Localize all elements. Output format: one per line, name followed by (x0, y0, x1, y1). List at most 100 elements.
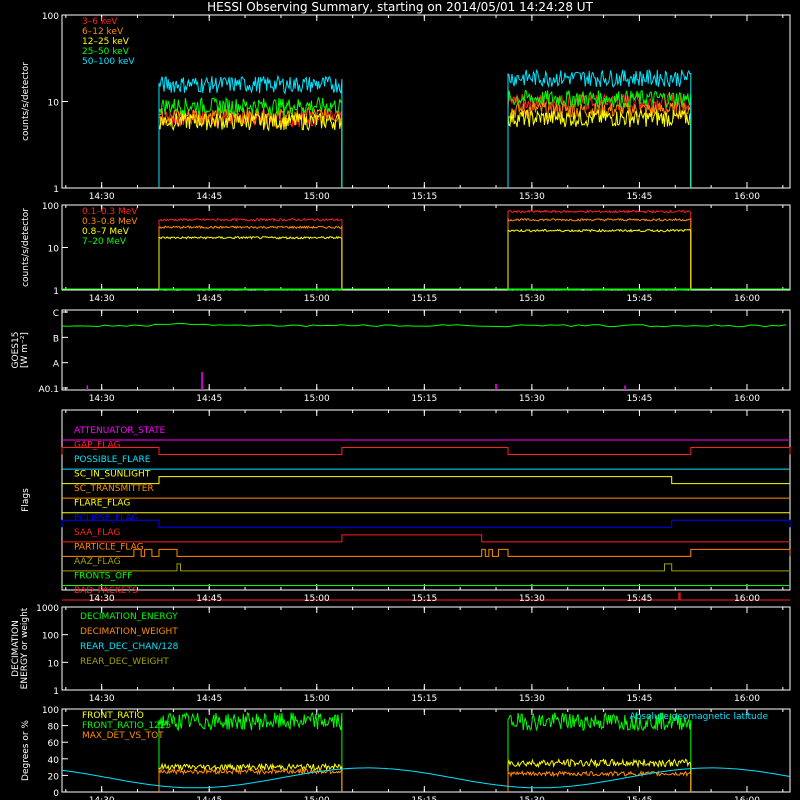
series-line-50-100-kev (507, 68, 692, 188)
legend-entry: FRONT_RATIO_1225 (82, 721, 171, 731)
series-line-12-25-kev (158, 112, 343, 188)
x-tick-label: 14:45 (196, 294, 222, 304)
x-tick-label: 16:00 (734, 694, 760, 704)
x-tick-label: 15:15 (411, 594, 437, 604)
x-tick-label: 15:45 (626, 394, 652, 404)
flag-label: POSSIBLE_FLARE (74, 455, 151, 465)
y-axis-label-2: ENERGY or weight (20, 607, 30, 689)
y-tick-label: 10 (48, 659, 60, 669)
series-line-0-8-7-mev (507, 228, 692, 290)
hessi-summary-figure: 14:30 14:45 15:00 15:15 15:30 15:45 16:0010010… (11, 12, 791, 800)
legend-entry: 6–12 keV (82, 27, 124, 37)
flag-label: ECLIPSE_FLAG (74, 513, 138, 523)
flag-label: SAA_FLAG (74, 528, 120, 538)
flag-label: BAD_PACKETS (74, 586, 138, 596)
panel-hi-energy (61, 204, 791, 291)
y-tick-label: 1 (53, 287, 59, 297)
x-tick-label: 15:00 (304, 294, 330, 304)
flag-label: FRONTS_OFF (74, 571, 132, 581)
x-tick-label: 16:00 (734, 796, 760, 800)
x-tick-label: 15:30 (519, 394, 545, 404)
legend-entry: REAR_DEC_CHAN/128 (80, 642, 179, 652)
series-line-front-ratio-1225 (507, 712, 692, 792)
series-line-0-3-0-8-mev (158, 224, 343, 290)
legend-entry: FRONT_RATIO (82, 711, 144, 721)
y-tick-label: 40 (48, 756, 60, 766)
x-tick-label: 14:45 (196, 694, 222, 704)
flag-line-saa_flag (62, 534, 790, 543)
x-tick-label: 15:30 (519, 294, 545, 304)
x-tick-label: 15:30 (519, 796, 545, 800)
y-tick-label: 20 (48, 772, 60, 782)
panel-frame (61, 204, 791, 291)
x-tick-label: 14:30 (89, 694, 115, 704)
series-line-geomagnetic-latitude (61, 767, 790, 789)
x-tick-label: 15:15 (411, 694, 437, 704)
x-tick-label: 15:00 (304, 796, 330, 800)
flag-label: GAP_FLAG (74, 441, 120, 451)
panel-flags (61, 409, 791, 601)
x-tick-label: 16:00 (734, 294, 760, 304)
x-tick-label: 14:45 (196, 796, 222, 800)
legend-entry: DECIMATION_ENERGY (80, 612, 178, 622)
y-tick-label: 1000 (36, 604, 59, 614)
y-axis-label-2: [W m⁻²] (20, 332, 30, 368)
series-line-0-1-0-3-mev (158, 217, 343, 290)
x-tick-label: 14:45 (196, 394, 222, 404)
panel-frame (61, 409, 791, 591)
right-label: Absolute geomagnetic latitude (629, 712, 768, 722)
x-tick-label: 14:30 (89, 294, 115, 304)
legend-entry: 12–25 keV (82, 37, 130, 47)
flag-line-aaz_flag (62, 563, 790, 572)
y-tick-label: 10 (48, 245, 60, 255)
y-axis-label: Flags (21, 488, 31, 512)
y-tick-label: 1 (53, 185, 59, 195)
legend-entry: DECIMATION_WEIGHT (80, 627, 178, 637)
y-tick-label: A (53, 360, 60, 370)
x-tick-label: 15:15 (411, 394, 437, 404)
legend-entry: 0.8–7 MeV (82, 227, 130, 237)
x-tick-label: 14:45 (196, 192, 222, 202)
series-line-50-100-kev (158, 74, 343, 188)
x-tick-label: 15:45 (626, 796, 652, 800)
panel-frame (61, 14, 791, 189)
y-tick-label: 100 (42, 12, 59, 22)
x-tick-label: 15:00 (304, 192, 330, 202)
x-tick-label: 16:00 (734, 594, 760, 604)
y-tick-label: B (53, 334, 59, 344)
x-tick-label: 16:00 (734, 192, 760, 202)
x-tick-label: 14:30 (89, 796, 115, 800)
y-axis-label: Degrees or % (21, 720, 31, 781)
x-tick-label: 15:15 (411, 192, 437, 202)
legend-entry: 0.3–0.8 MeV (82, 217, 138, 227)
x-tick-label: 15:15 (411, 796, 437, 800)
panel-goes (61, 309, 791, 391)
legend-entry: 3–6 keV (82, 17, 118, 27)
y-tick-label: 100 (42, 632, 59, 642)
y-axis-label: counts/s/detector (21, 62, 31, 141)
flag-label: SC_TRANSMITTER (74, 484, 154, 494)
x-tick-label: 14:30 (89, 394, 115, 404)
flag-label: AAZ_FLAG (74, 557, 121, 567)
y-axis-label: counts/s/detector (21, 208, 31, 287)
series-line-0-8-7-mev (158, 235, 343, 290)
panel-lo-energy (61, 14, 791, 189)
x-tick-label: 14:30 (89, 192, 115, 202)
x-tick-label: 15:30 (519, 192, 545, 202)
x-tick-label: 15:15 (411, 294, 437, 304)
flag-label: FLARE_FLAG (74, 499, 130, 509)
y-tick-label: 1 (53, 687, 59, 697)
legend-entry: REAR_DEC_WEIGHT (80, 657, 169, 667)
y-tick-label: 100 (42, 706, 59, 716)
x-tick-label: 15:45 (626, 294, 652, 304)
y-tick-label: 100 (42, 202, 59, 212)
x-tick-label: 15:45 (626, 694, 652, 704)
series-line-goes-flux (61, 322, 787, 328)
flag-label: ATTENUATOR_STATE (74, 426, 166, 436)
series-line-12-25-kev (507, 108, 692, 188)
x-tick-label: 15:30 (519, 594, 545, 604)
y-tick-label: 10 (48, 99, 60, 109)
panel-frame (61, 309, 791, 391)
x-tick-label: 15:45 (626, 594, 652, 604)
legend-entry: MAX_DET_VS_TOT (82, 731, 164, 741)
